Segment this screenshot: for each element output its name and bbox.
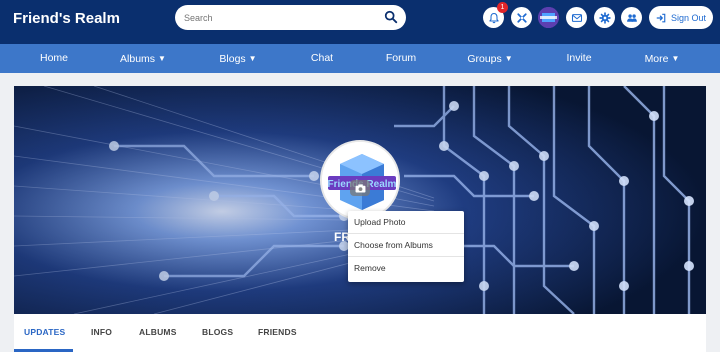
change-photo-button[interactable] <box>350 180 370 196</box>
nav-home-label: Home <box>39 52 68 64</box>
users-icon <box>626 13 637 22</box>
tab-blogs[interactable]: BLOGS <box>202 314 233 352</box>
nav-blogs-label: Blogs <box>219 53 246 65</box>
photo-options-menu: Upload Photo Choose from Albums Remove <box>348 211 464 282</box>
top-header: Friend's Realm 1 <box>0 0 720 44</box>
avatar-logo-icon <box>538 7 559 28</box>
sign-out-icon <box>656 13 666 22</box>
nav-more[interactable]: More ▼ <box>622 44 702 73</box>
nav-groups[interactable]: Groups ▼ <box>450 44 530 73</box>
nav-invite[interactable]: Invite <box>539 44 619 73</box>
friends-button[interactable] <box>621 7 642 28</box>
main-nav: Home Albums ▼ Blogs ▼ Chat Forum Groups ▼ I… <box>0 44 720 73</box>
tools-icon <box>516 12 527 23</box>
nav-chat-label: Chat <box>310 52 334 64</box>
chevron-down-icon: ▼ <box>158 54 166 63</box>
nav-forum-label: Forum <box>385 52 417 64</box>
tab-info[interactable]: INFO <box>91 314 112 352</box>
sign-out-label: Sign Out <box>670 12 707 23</box>
tab-albums[interactable]: ALBUMS <box>139 314 177 352</box>
chevron-down-icon: ▼ <box>248 54 257 63</box>
nav-blogs[interactable]: Blogs ▼ <box>198 44 278 73</box>
nav-albums[interactable]: Albums ▼ <box>103 44 183 73</box>
settings-button[interactable] <box>594 7 615 28</box>
nav-forum[interactable]: Forum <box>361 44 441 73</box>
menu-upload-photo[interactable]: Upload Photo <box>348 211 464 234</box>
search-input[interactable] <box>184 10 379 25</box>
notification-badge: 1 <box>497 2 508 13</box>
tab-updates[interactable]: UPDATES <box>24 314 65 352</box>
camera-icon <box>355 183 365 193</box>
tab-friends[interactable]: FRIENDS <box>258 314 297 352</box>
bell-icon <box>488 12 499 23</box>
search-bar <box>175 5 406 30</box>
nav-invite-label: Invite <box>566 52 592 64</box>
mail-icon <box>571 13 582 22</box>
chevron-down-icon: ▼ <box>671 54 680 63</box>
nav-albums-label: Albums <box>120 53 156 65</box>
menu-remove-photo[interactable]: Remove <box>348 257 464 280</box>
chevron-down-icon: ▼ <box>504 54 513 63</box>
profile-tabs: UPDATES INFO ALBUMS BLOGS FRIENDS <box>14 314 706 352</box>
notifications-button[interactable]: 1 <box>483 2 508 28</box>
tools-button[interactable] <box>511 7 532 28</box>
nav-home[interactable]: Home <box>14 44 94 73</box>
user-avatar[interactable] <box>538 7 559 28</box>
search-icon[interactable] <box>384 10 398 24</box>
menu-choose-from-albums[interactable]: Choose from Albums <box>348 234 464 257</box>
nav-groups-label: Groups <box>467 53 502 65</box>
messages-button[interactable] <box>566 7 587 28</box>
nav-chat[interactable]: Chat <box>282 44 362 73</box>
site-brand[interactable]: Friend's Realm <box>13 10 120 27</box>
sign-out-button[interactable]: Sign Out <box>649 6 713 29</box>
gear-icon <box>598 11 611 24</box>
nav-more-label: More <box>644 53 669 65</box>
